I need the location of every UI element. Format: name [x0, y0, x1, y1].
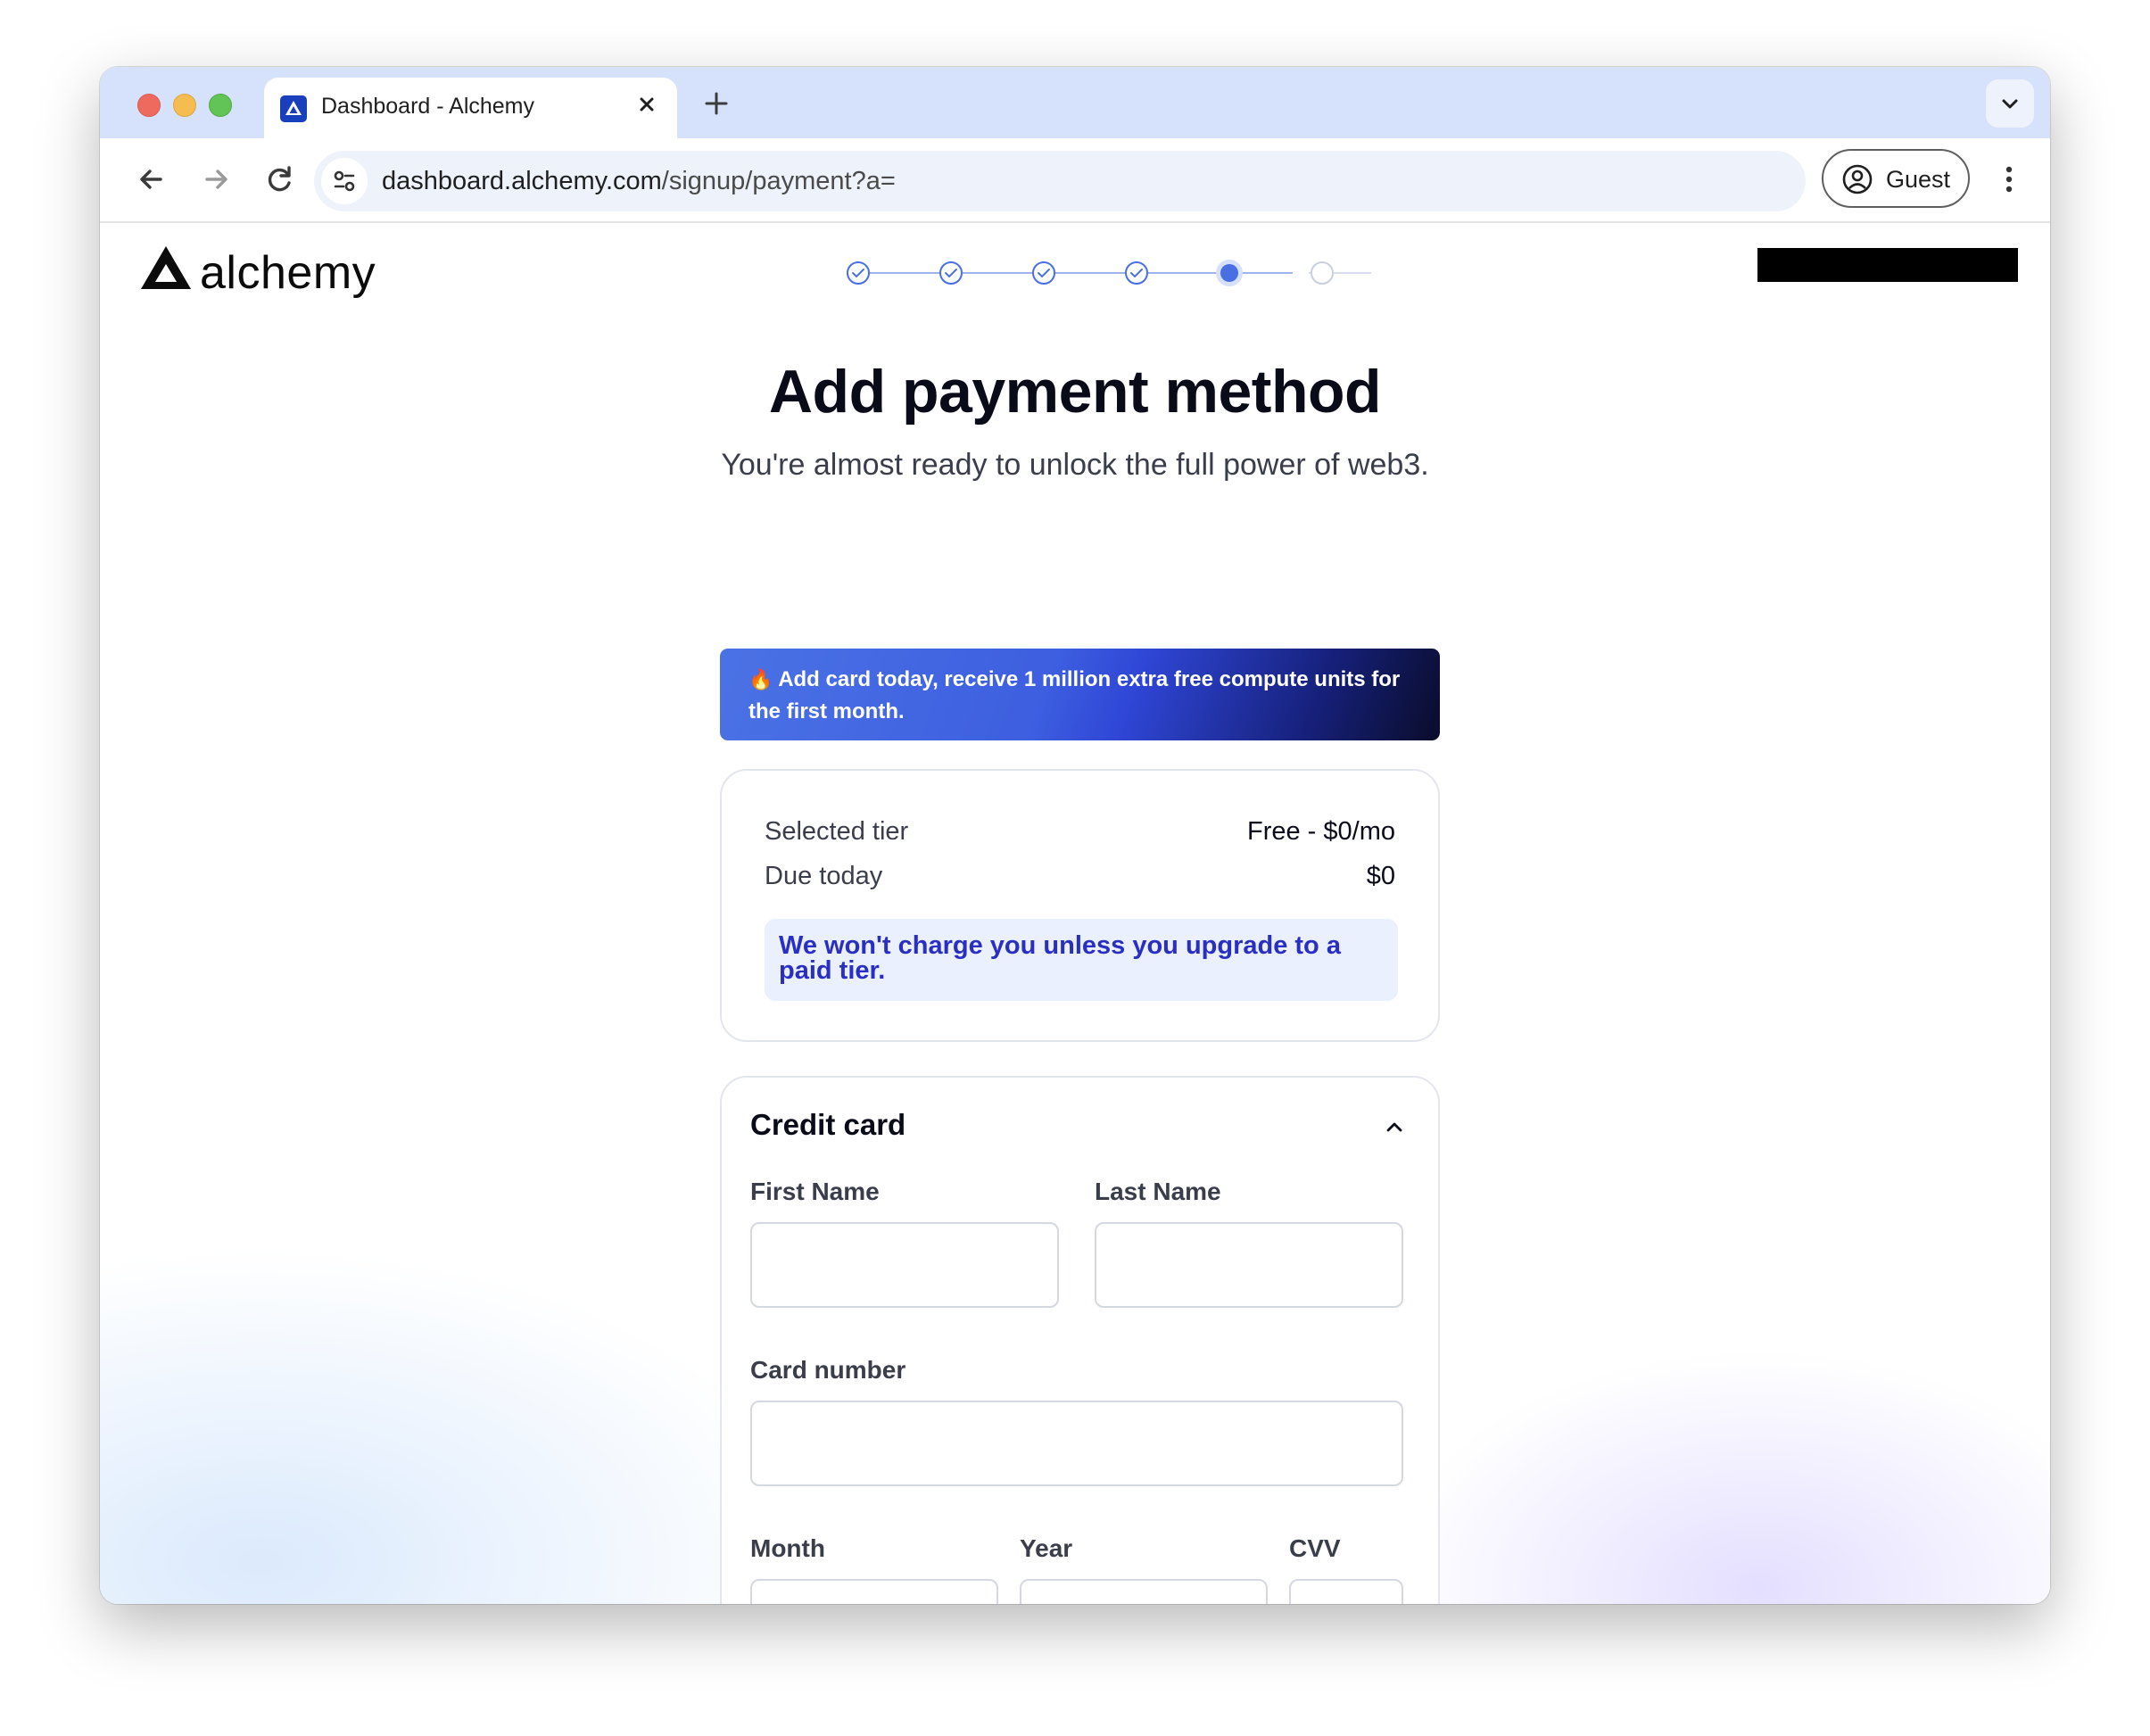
profile-label: Guest [1886, 166, 1951, 193]
promo-text: Add card today, receive 1 million extra … [748, 667, 1401, 723]
cvv-label: CVV [1289, 1534, 1341, 1562]
alchemy-logo-icon [141, 246, 191, 289]
month-label: Month [750, 1534, 825, 1562]
url-path: /signup/payment?a= [661, 167, 896, 195]
url-text: dashboard.alchemy.com/signup/payment?a= [382, 167, 896, 196]
plan-summary-card: Selected tier Free - $0/mo Due today $0 … [720, 769, 1440, 1042]
tune-icon [334, 170, 355, 192]
card-number-label: Card number [750, 1356, 906, 1384]
selected-tier-value: Free - $0/mo [1247, 817, 1395, 846]
signup-progress-stepper [847, 260, 1371, 286]
first-name-label: First Name [750, 1178, 880, 1205]
page-subtitle: You're almost ready to unlock the full p… [721, 448, 1429, 482]
tab-strip: Dashboard - Alchemy [100, 67, 2050, 138]
arrow-right-icon [205, 169, 227, 189]
step-5-current [1216, 260, 1243, 286]
more-vertical-icon [2005, 166, 2013, 193]
page-content: alchemy Add payment method You're almost… [100, 223, 2050, 1604]
chevron-up-icon[interactable] [1379, 1112, 1410, 1142]
card-number-input[interactable] [750, 1401, 1403, 1486]
active-tab[interactable]: Dashboard - Alchemy [264, 78, 677, 138]
profile-button[interactable]: Guest [1822, 149, 1970, 208]
credit-card-section: Credit card First Name Last Name Card nu… [720, 1076, 1440, 1604]
browser-menu-button[interactable] [1991, 161, 2027, 197]
logo-text: alchemy [200, 247, 376, 299]
selected-tier-label: Selected tier [765, 817, 909, 846]
last-name-input[interactable] [1095, 1222, 1403, 1308]
first-name-input[interactable] [750, 1222, 1059, 1308]
no-charge-notice: We won't charge you unless you upgrade t… [765, 919, 1398, 1001]
promo-banner: 🔥 Add card today, receive 1 million extr… [720, 649, 1440, 740]
due-today-label: Due today [765, 862, 883, 890]
minimize-window-button[interactable] [173, 94, 196, 117]
month-input[interactable] [750, 1579, 998, 1604]
forward-button[interactable] [194, 158, 237, 201]
step-6-pending [1311, 261, 1334, 285]
tab-search-menu-button[interactable] [1986, 79, 2034, 128]
tab-title: Dashboard - Alchemy [321, 94, 535, 119]
maximize-window-button[interactable] [209, 94, 232, 117]
browser-toolbar: dashboard.alchemy.com/signup/payment?a= … [100, 138, 2050, 223]
url-host: dashboard.alchemy.com [382, 167, 662, 195]
step-1-complete [847, 261, 870, 285]
step-3-complete [1032, 261, 1055, 285]
step-4-complete [1125, 261, 1148, 285]
reload-icon [268, 166, 291, 192]
browser-window: Dashboard - Alchemy dashboard.alchemy.co… [100, 67, 2050, 1604]
reload-button[interactable] [259, 158, 302, 201]
new-tab-icon[interactable] [698, 85, 735, 122]
last-name-label: Last Name [1095, 1178, 1221, 1205]
flame-icon: 🔥 [748, 668, 773, 690]
tab-close-icon[interactable] [633, 90, 661, 119]
close-window-button[interactable] [137, 94, 161, 117]
year-input[interactable] [1020, 1579, 1268, 1604]
cvv-input[interactable] [1289, 1579, 1403, 1604]
credit-card-section-title: Credit card [750, 1108, 906, 1141]
page-title: Add payment method [768, 358, 1382, 426]
user-circle-icon [1842, 164, 1873, 194]
redacted-account-info [1757, 248, 2018, 282]
back-button[interactable] [130, 158, 173, 201]
alchemy-favicon-icon [280, 95, 307, 122]
site-info-button[interactable] [321, 158, 368, 204]
arrow-left-icon [140, 169, 162, 189]
step-2-complete [939, 261, 963, 285]
year-label: Year [1020, 1534, 1073, 1562]
address-bar[interactable]: dashboard.alchemy.com/signup/payment?a= [314, 151, 1806, 211]
chevron-down-icon [2002, 99, 2018, 109]
due-today-value: $0 [1366, 862, 1395, 890]
